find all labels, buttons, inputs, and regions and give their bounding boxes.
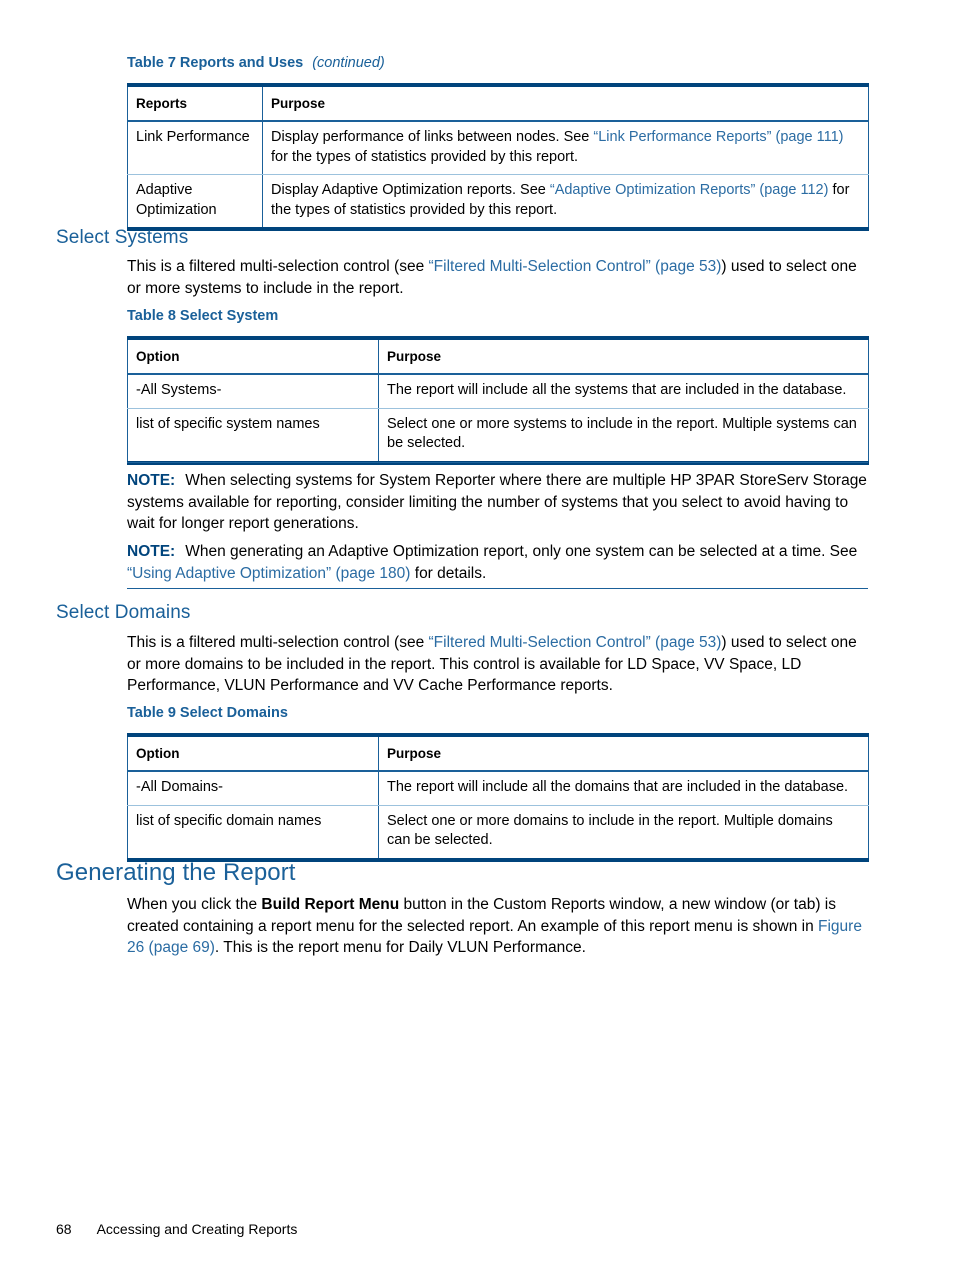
table-7-header-reports: Reports — [127, 83, 263, 122]
table-9-cell-purpose: The report will include all the domains … — [378, 771, 869, 806]
note-1-text: When selecting systems for System Report… — [127, 472, 867, 532]
heading-select-domains: Select Domains — [56, 602, 191, 623]
note-block-2: NOTE: When generating an Adaptive Optimiz… — [127, 541, 872, 584]
cross-reference-link[interactable]: “Adaptive Optimization Reports” (page 11… — [550, 182, 829, 198]
table-9-cell-option: -All Domains- — [127, 771, 379, 806]
table-7-cell-purpose: Display performance of links between nod… — [262, 121, 869, 175]
table-8-header-option: Option — [127, 336, 379, 375]
paragraph-text-post: . This is the report menu for Daily VLUN… — [214, 939, 586, 956]
note-2-text-post: for details. — [410, 564, 487, 582]
table-row: Link Performance Display performance of … — [127, 121, 869, 175]
table-7-cell-option: Adaptive Optimization — [127, 174, 263, 231]
paragraph-text-pre: This is a filtered multi-selection contr… — [127, 258, 429, 275]
purpose-text-pre: Display Adaptive Optimization reports. S… — [271, 182, 550, 198]
table-row: -All Systems- The report will include al… — [127, 374, 869, 409]
table-8-header-purpose: Purpose — [378, 336, 869, 375]
note-divider-bottom — [127, 588, 868, 589]
table-header-row: Option Purpose — [127, 336, 869, 375]
purpose-text-post: for the types of statistics provided by … — [271, 148, 579, 165]
table-8-cell-option: -All Systems- — [127, 374, 379, 409]
footer-page-number: 68 — [56, 1221, 72, 1237]
cross-reference-link[interactable]: “Filtered Multi-Selection Control” (page… — [429, 258, 722, 275]
table-9-header-purpose: Purpose — [378, 733, 869, 772]
paragraph-text-pre: This is a filtered multi-selection contr… — [127, 634, 429, 651]
table-header-row: Option Purpose — [127, 733, 869, 772]
table-9-grid: Option Purpose -All Domains- The report … — [127, 733, 869, 862]
cross-reference-link[interactable]: “Filtered Multi-Selection Control” (page… — [429, 634, 722, 651]
table-7-caption-main: Table 7 Reports and Uses — [127, 55, 304, 71]
paragraph-select-systems: This is a filtered multi-selection contr… — [127, 256, 872, 299]
table-7-cell-option: Link Performance — [127, 121, 263, 175]
note-block-1: NOTE: When selecting systems for System R… — [127, 470, 872, 535]
table-7-grid: Reports Purpose Link Performance Display… — [127, 83, 869, 231]
table-8-caption: Table 8 Select System — [127, 308, 279, 324]
table-header-row: Reports Purpose — [127, 83, 869, 122]
table-8: Option Purpose -All Systems- The report … — [127, 336, 869, 465]
page-footer: 68 Accessing and Creating Reports — [56, 1221, 297, 1239]
table-9-caption: Table 9 Select Domains — [127, 705, 288, 721]
table-8-cell-option: list of specific system names — [127, 408, 379, 465]
table-9-cell-option: list of specific domain names — [127, 805, 379, 862]
table-row: -All Domains- The report will include al… — [127, 771, 869, 806]
table-row: list of specific system names Select one… — [127, 408, 869, 465]
table-9-cell-purpose: Select one or more domains to include in… — [378, 805, 869, 862]
table-9-header-option: Option — [127, 733, 379, 772]
note-divider-top — [127, 462, 868, 463]
paragraph-text-pre: When you click the — [127, 896, 262, 913]
build-report-menu-label: Build Report Menu — [261, 896, 400, 913]
paragraph-generating-the-report: When you click the Build Report Menu but… — [127, 894, 872, 959]
table-7-caption: Table 7 Reports and Uses (continued) — [127, 55, 385, 71]
cross-reference-link[interactable]: “Using Adaptive Optimization” (page 180) — [127, 565, 410, 582]
table-8-cell-purpose: Select one or more systems to include in… — [378, 408, 869, 465]
table-7-header-purpose: Purpose — [262, 83, 869, 122]
table-7-caption-continued: (continued) — [312, 55, 385, 71]
table-row: Adaptive Optimization Display Adaptive O… — [127, 174, 869, 231]
footer-chapter-title: Accessing and Creating Reports — [96, 1221, 298, 1237]
note-label: NOTE: — [127, 543, 176, 560]
paragraph-select-domains: This is a filtered multi-selection contr… — [127, 632, 872, 697]
note-2-text-pre: When generating an Adaptive Optimization… — [185, 543, 858, 560]
table-9: Option Purpose -All Domains- The report … — [127, 733, 869, 862]
table-7: Reports Purpose Link Performance Display… — [127, 83, 869, 231]
table-7-cell-purpose: Display Adaptive Optimization reports. S… — [262, 174, 869, 231]
purpose-text-pre: Display performance of links between nod… — [271, 129, 594, 145]
cross-reference-link[interactable]: “Link Performance Reports” (page 111) — [593, 129, 843, 145]
table-row: list of specific domain names Select one… — [127, 805, 869, 862]
table-8-grid: Option Purpose -All Systems- The report … — [127, 336, 869, 465]
heading-select-systems: Select Systems — [56, 227, 189, 248]
document-page: Table 7 Reports and Uses (continued) Repo… — [0, 0, 954, 1271]
note-label: NOTE: — [127, 472, 176, 489]
table-8-cell-purpose: The report will include all the systems … — [378, 374, 869, 409]
heading-generating-the-report: Generating the Report — [56, 859, 296, 886]
